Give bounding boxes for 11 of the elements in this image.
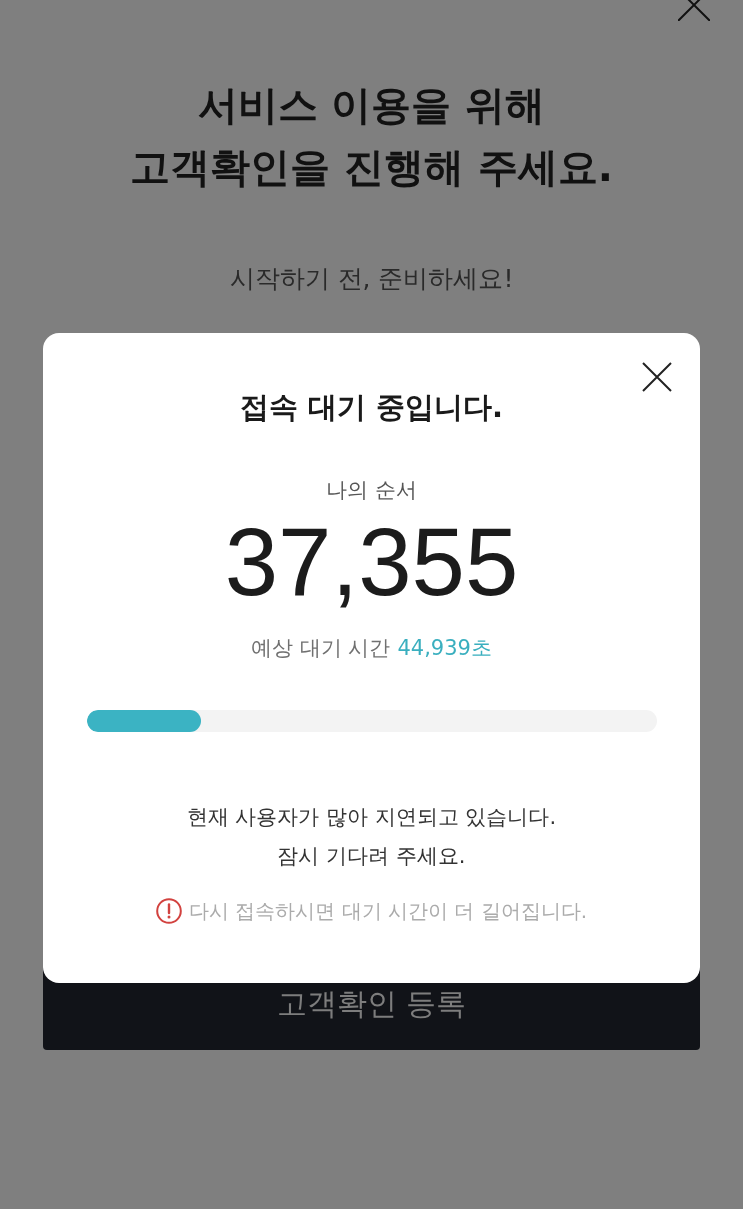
page-subtitle: 시작하기 전, 준비하세요! (229, 263, 514, 295)
delay-message: 현재 사용자가 많아 지연되고 있습니다. 잠시 기다려 주세요. (186, 804, 557, 870)
close-icon[interactable] (642, 362, 672, 392)
warning-icon (155, 898, 182, 924)
wait-label: 예상 대기 시간 (251, 635, 391, 662)
queue-label: 나의 순서 (326, 477, 417, 504)
warning-text: 다시 접속하시면 대기 시간이 더 길어집니다. (188, 898, 588, 925)
page-title: 서비스 이용을 위해 고객확인을 진행해 주세요. (129, 81, 613, 192)
wait-time: 44,939초 (397, 635, 492, 662)
queue-number: 37,355 (224, 507, 519, 617)
dialog-title: 접속 대기 중입니다. (239, 389, 504, 426)
